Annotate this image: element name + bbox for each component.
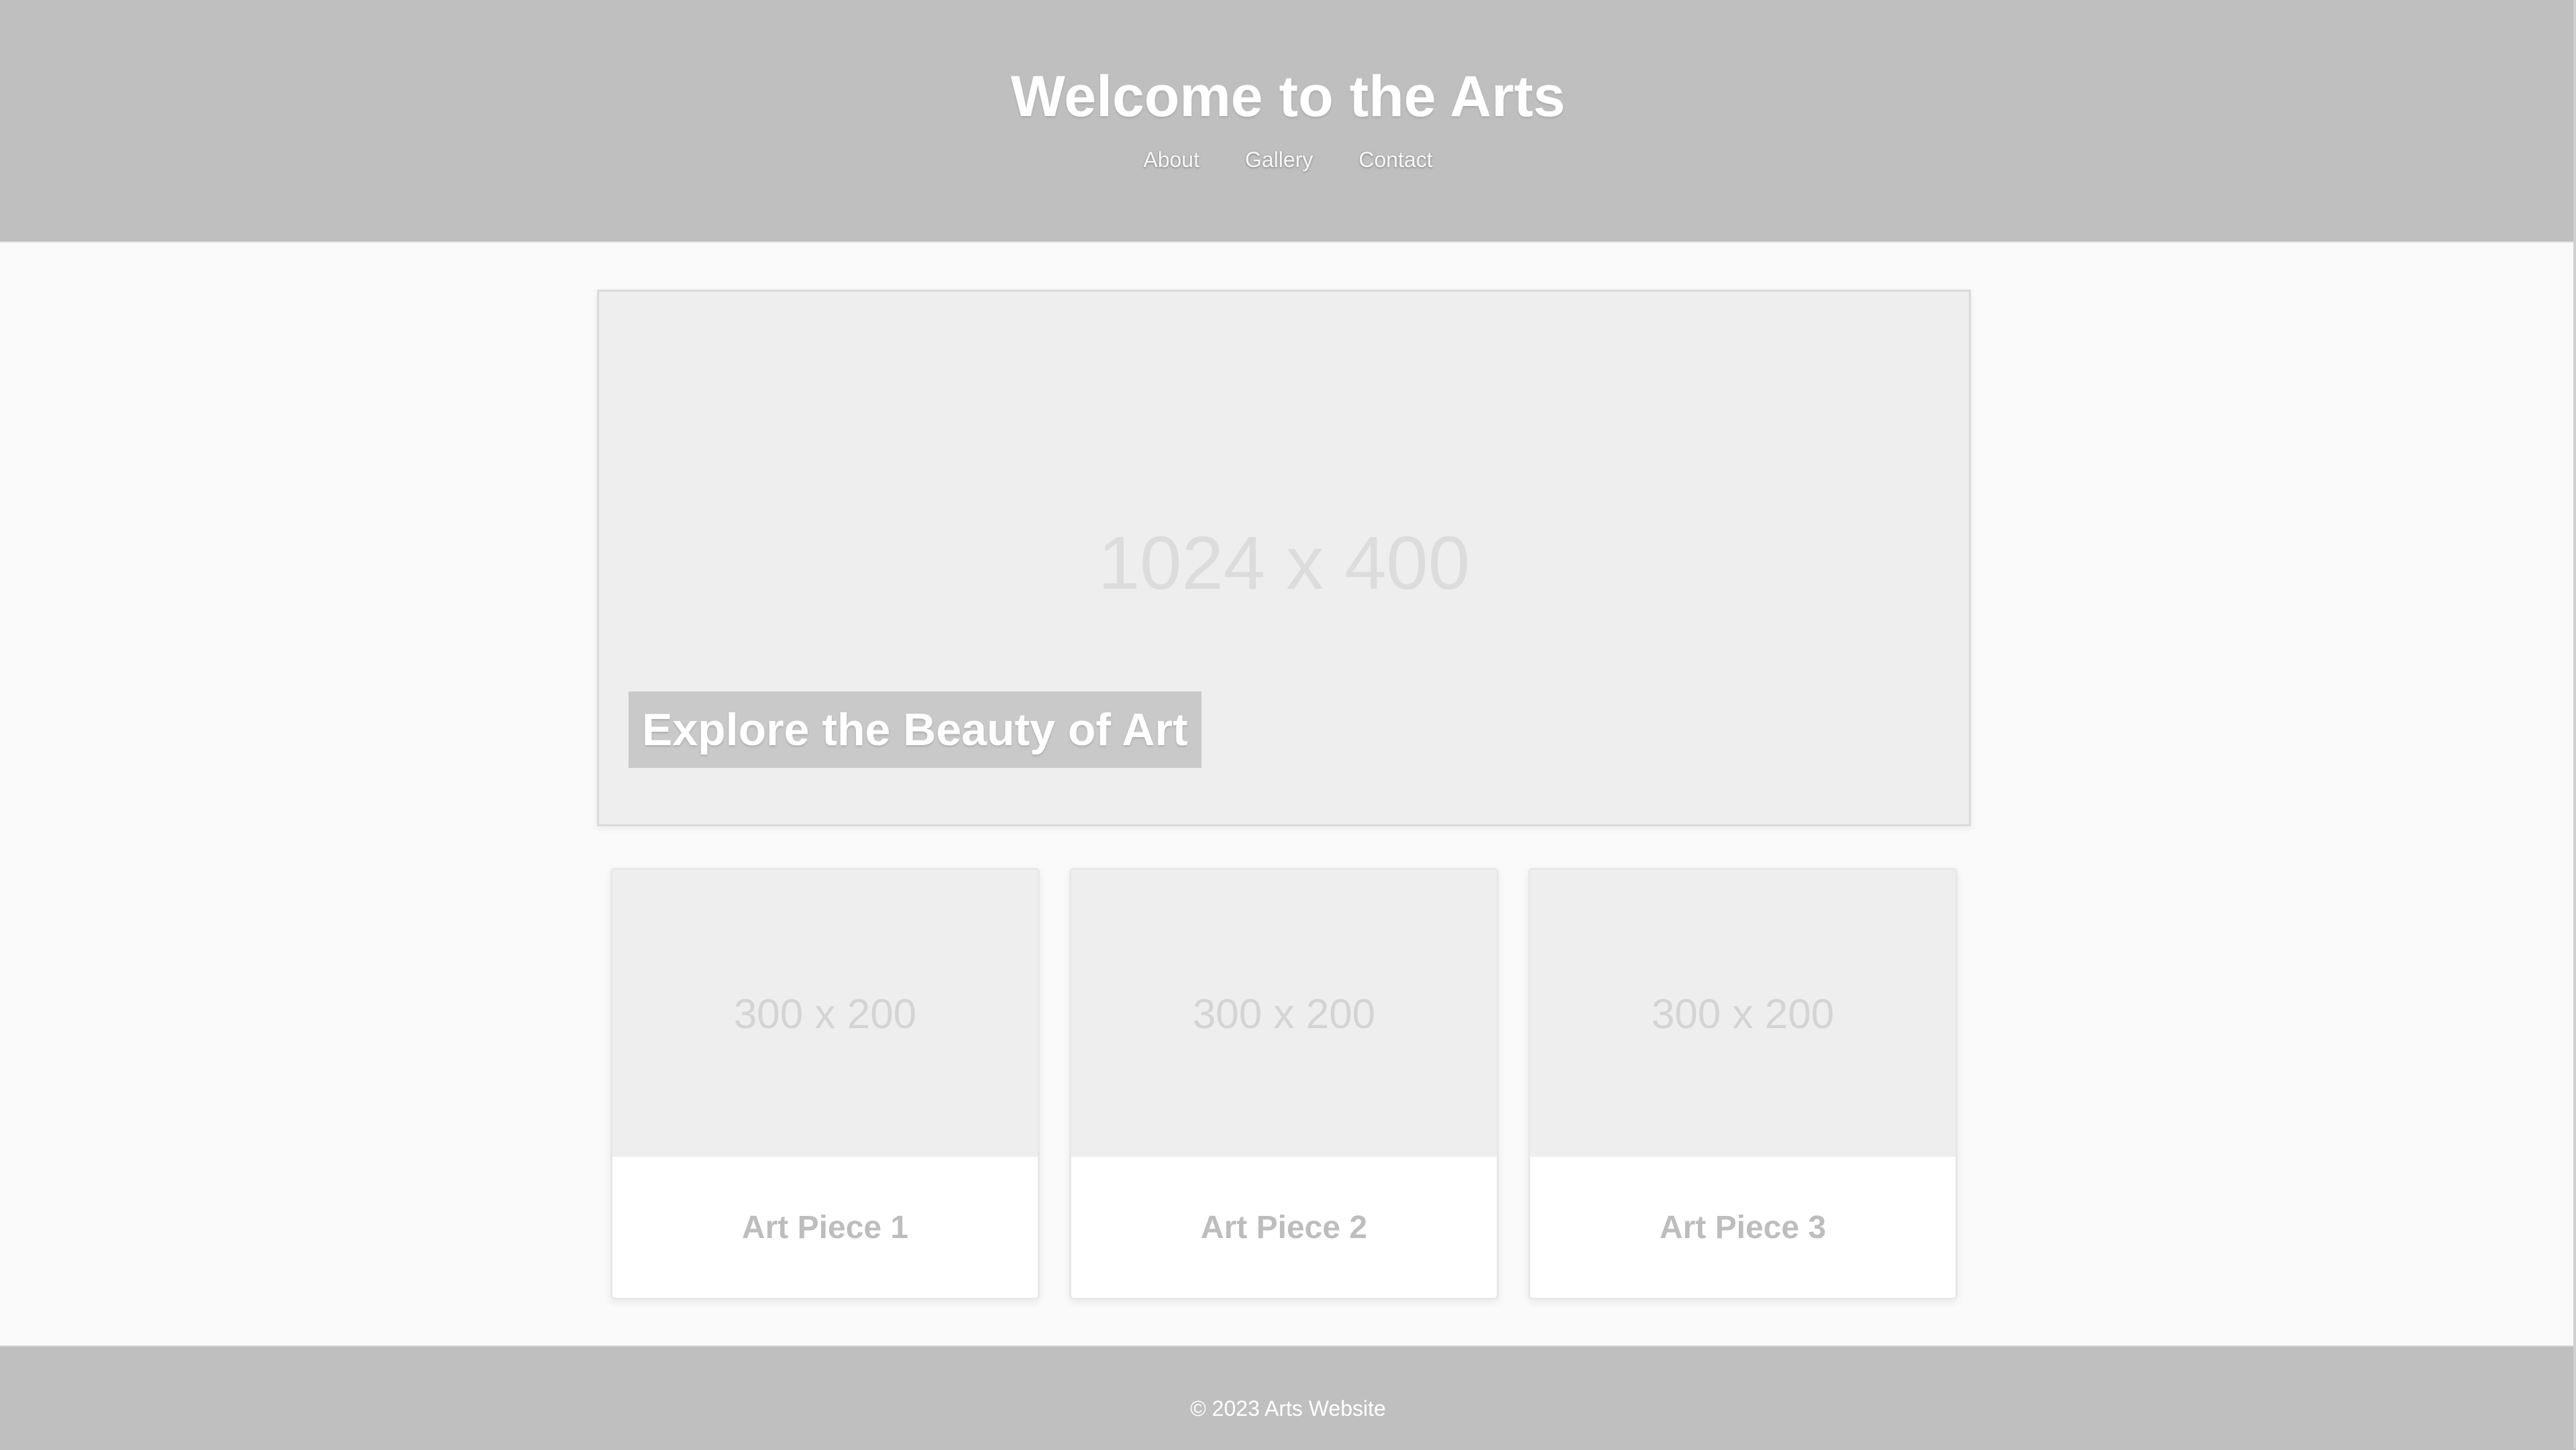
art-card-1-image: 300 x 200 — [612, 870, 1038, 1157]
art-card-3-image: 300 x 200 — [1530, 870, 1955, 1157]
art-card-2-image-placeholder: 300 x 200 — [1192, 991, 1376, 1038]
hero-caption: Explore the Beauty of Art — [629, 691, 1201, 768]
art-card-2-image: 300 x 200 — [1071, 870, 1497, 1157]
art-card-3-title: Art Piece 3 — [1659, 1210, 1827, 1245]
site-title: Welcome to the Arts — [1010, 64, 1566, 129]
hero-image-placeholder: 1024 x 400 — [1097, 521, 1470, 605]
art-card-3[interactable]: 300 x 200 Art Piece 3 — [1528, 868, 1957, 1300]
site-footer: © 2023 Arts Website — [0, 1345, 2576, 1450]
art-card-3-image-placeholder: 300 x 200 — [1651, 991, 1835, 1038]
hero-banner: 1024 x 400 Explore the Beauty of Art — [597, 290, 1971, 826]
nav-link-contact[interactable]: Contact — [1358, 145, 1432, 174]
nav-link-gallery[interactable]: Gallery — [1245, 145, 1313, 174]
main-navigation: About Gallery Contact — [0, 145, 2576, 174]
site-header: Welcome to the Arts About Gallery Contac… — [0, 0, 2576, 243]
nav-link-about[interactable]: About — [1143, 145, 1199, 174]
window-right-edge — [2573, 0, 2576, 1449]
page: Welcome to the Arts About Gallery Contac… — [0, 0, 2576, 1450]
footer-copyright: © 2023 Arts Website — [1190, 1396, 1386, 1420]
art-card-1-title: Art Piece 1 — [741, 1210, 909, 1245]
art-card-1[interactable]: 300 x 200 Art Piece 1 — [610, 868, 1040, 1300]
art-card-2[interactable]: 300 x 200 Art Piece 2 — [1069, 868, 1499, 1300]
art-card-2-title: Art Piece 2 — [1200, 1210, 1368, 1245]
art-card-1-image-placeholder: 300 x 200 — [733, 991, 917, 1038]
